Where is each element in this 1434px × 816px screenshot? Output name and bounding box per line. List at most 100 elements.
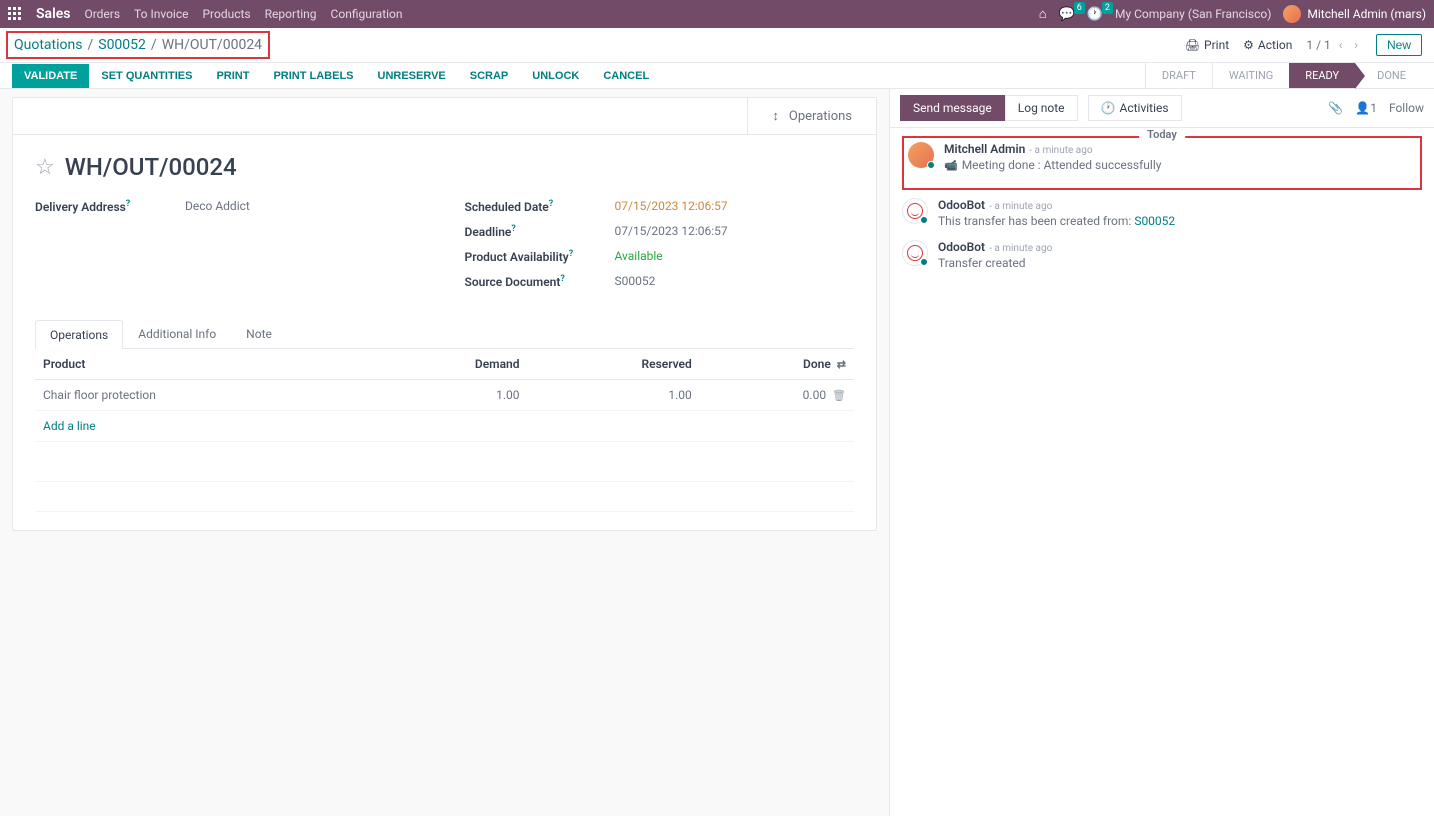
send-message-button[interactable]: Send message <box>900 95 1005 121</box>
pager-text[interactable]: 1 / 1 <box>1306 38 1330 52</box>
cell-done[interactable]: 0.00 🗑 <box>700 380 854 411</box>
pager-next[interactable]: › <box>1350 38 1362 52</box>
validate-button[interactable]: VALIDATE <box>12 64 89 88</box>
nav-configuration[interactable]: Configuration <box>331 7 403 21</box>
trash-icon[interactable]: 🗑 <box>832 389 846 402</box>
breadcrumb-sep: / <box>151 37 157 53</box>
home-icon[interactable]: ⌂ <box>1039 6 1047 22</box>
status-bar: DRAFT WAITING READY DONE <box>1145 63 1422 88</box>
col-reserved[interactable]: Reserved <box>528 349 700 380</box>
new-button[interactable]: New <box>1376 34 1422 56</box>
user-menu[interactable]: Mitchell Admin (mars) <box>1283 5 1426 23</box>
print-button[interactable]: 🖨Print <box>1185 38 1229 52</box>
smart-button-label: Operations <box>789 109 852 124</box>
status-ready[interactable]: READY <box>1289 63 1355 88</box>
col-demand[interactable]: Demand <box>370 349 528 380</box>
tab-additional-info[interactable]: Additional Info <box>123 319 231 348</box>
date-label: Today <box>1139 128 1185 141</box>
clock-icon: 🕐 <box>1101 101 1116 115</box>
deadline-label: Deadline? <box>465 224 615 239</box>
gear-icon: ⚙ <box>1243 38 1254 52</box>
breadcrumb-order[interactable]: S00052 <box>98 37 146 53</box>
chatter-panel: Send message Log note 🕐Activities 📎 👤1 F… <box>889 89 1434 816</box>
operations-table: Product Demand Reserved Done ⇄ Chair flo… <box>35 349 854 512</box>
followers-button[interactable]: 👤1 <box>1355 101 1377 115</box>
status-done[interactable]: DONE <box>1355 63 1422 88</box>
user-name: Mitchell Admin (mars) <box>1307 7 1426 21</box>
action-bar: VALIDATE SET QUANTITIES PRINT PRINT LABE… <box>0 63 1434 89</box>
print-action-button[interactable]: PRINT <box>204 64 261 88</box>
delivery-address-value[interactable]: Deco Addict <box>185 199 250 214</box>
cell-reserved[interactable]: 1.00 <box>528 380 700 411</box>
tabs: Operations Additional Info Note <box>35 319 854 349</box>
pager-prev[interactable]: ‹ <box>1335 38 1347 52</box>
nav-products[interactable]: Products <box>202 7 250 21</box>
status-waiting[interactable]: WAITING <box>1212 63 1289 88</box>
activities-icon[interactable]: 🕐2 <box>1087 7 1103 22</box>
tab-note[interactable]: Note <box>231 319 287 348</box>
bot-avatar <box>902 240 928 266</box>
print-labels-button[interactable]: PRINT LABELS <box>261 64 365 88</box>
tab-operations[interactable]: Operations <box>35 320 123 349</box>
add-line-link[interactable]: Add a line <box>43 419 96 433</box>
add-line-row: Add a line <box>35 411 854 442</box>
msg-time: - a minute ago <box>989 243 1052 254</box>
nav-orders[interactable]: Orders <box>84 7 120 21</box>
scheduled-date-value[interactable]: 07/15/2023 12:06:57 <box>615 199 728 214</box>
cancel-button[interactable]: CANCEL <box>591 64 661 88</box>
breadcrumb-root[interactable]: Quotations <box>14 37 82 53</box>
msg-body: 📹Meeting done : Attended successfully <box>944 158 1416 172</box>
table-row[interactable]: Chair floor protection 1.00 1.00 0.00 🗑 <box>35 380 854 411</box>
nav-reporting[interactable]: Reporting <box>265 7 317 21</box>
avatar <box>1283 5 1301 23</box>
operations-smart-button[interactable]: ↕ Operations <box>747 98 876 134</box>
msg-author[interactable]: OdooBot <box>938 198 985 212</box>
messages-icon[interactable]: 💬6 <box>1059 7 1075 22</box>
msg-author[interactable]: OdooBot <box>938 240 985 254</box>
source-link[interactable]: S00052 <box>1134 214 1175 228</box>
breadcrumb-current: WH/OUT/00024 <box>162 37 262 53</box>
col-product[interactable]: Product <box>35 349 370 380</box>
print-icon: 🖨 <box>1185 38 1200 52</box>
action-button[interactable]: ⚙Action <box>1243 38 1292 52</box>
msg-body: This transfer has been created from: S00… <box>938 214 1422 228</box>
nav-to-invoice[interactable]: To Invoice <box>134 7 188 21</box>
chatter-message: OdooBot- a minute ago This transfer has … <box>902 198 1422 228</box>
status-draft[interactable]: DRAFT <box>1145 63 1212 88</box>
apps-icon[interactable] <box>8 7 22 21</box>
record-title: WH/OUT/00024 <box>65 153 237 181</box>
scheduled-date-label: Scheduled Date? <box>465 199 615 214</box>
source-document-value[interactable]: S00052 <box>615 274 656 289</box>
attachment-icon[interactable]: 📎 <box>1328 101 1343 115</box>
cell-demand[interactable]: 1.00 <box>370 380 528 411</box>
unreserve-button[interactable]: UNRESERVE <box>366 64 458 88</box>
delivery-address-label: Delivery Address? <box>35 199 185 214</box>
set-quantities-button[interactable]: SET QUANTITIES <box>89 64 204 88</box>
top-navbar: Sales Orders To Invoice Products Reporti… <box>0 0 1434 28</box>
company-switcher[interactable]: My Company (San Francisco) <box>1115 7 1271 21</box>
swap-vertical-icon: ↕ <box>772 108 779 124</box>
deadline-value[interactable]: 07/15/2023 12:06:57 <box>615 224 728 239</box>
col-done[interactable]: Done ⇄ <box>700 349 854 380</box>
messages-badge: 6 <box>1074 2 1085 14</box>
avatar <box>908 142 934 168</box>
cell-product[interactable]: Chair floor protection <box>35 380 370 411</box>
favorite-star-icon[interactable]: ☆ <box>35 155 55 180</box>
bot-avatar <box>902 198 928 224</box>
unlock-button[interactable]: UNLOCK <box>520 64 591 88</box>
availability-label: Product Availability? <box>465 249 615 264</box>
chatter-message: Mitchell Admin- a minute ago 📹Meeting do… <box>908 142 1416 172</box>
scrap-button[interactable]: SCRAP <box>458 64 521 88</box>
source-document-label: Source Document? <box>465 274 615 289</box>
app-brand[interactable]: Sales <box>36 6 70 22</box>
log-note-button[interactable]: Log note <box>1005 95 1078 121</box>
follow-button[interactable]: Follow <box>1389 101 1424 115</box>
msg-author[interactable]: Mitchell Admin <box>944 142 1025 156</box>
breadcrumb-sep: / <box>87 37 93 53</box>
swap-icon[interactable]: ⇄ <box>837 358 846 371</box>
pager: 1 / 1 ‹ › <box>1306 38 1362 52</box>
activities-button[interactable]: 🕐Activities <box>1088 95 1182 121</box>
breadcrumb: Quotations / S00052 / WH/OUT/00024 <box>14 37 262 53</box>
availability-value: Available <box>615 249 663 264</box>
msg-body: Transfer created <box>938 256 1422 270</box>
